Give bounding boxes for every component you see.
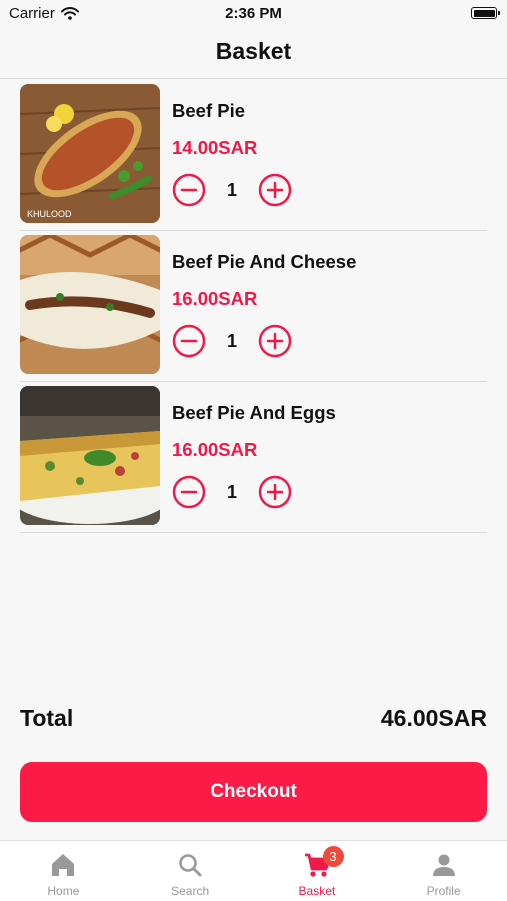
cart-badge: 3 <box>322 846 344 867</box>
increase-quantity-button[interactable] <box>258 173 292 207</box>
quantity-value: 1 <box>226 482 237 502</box>
person-icon <box>430 851 458 879</box>
tab-label: Home <box>47 884 80 898</box>
minus-circle-icon <box>172 173 206 207</box>
decrease-quantity-button[interactable] <box>172 173 206 207</box>
search-icon <box>176 851 204 879</box>
quantity-value: 1 <box>226 180 237 200</box>
item-price: 16.00SAR <box>172 439 258 460</box>
status-bar: Carrier 2:36 PM <box>0 0 507 28</box>
tab-home[interactable]: Home <box>0 841 127 901</box>
item-name: Beef Pie And Eggs <box>172 402 336 423</box>
tab-label: Profile <box>426 884 461 898</box>
item-price: 16.00SAR <box>172 288 258 309</box>
cart-item[interactable]: KHULOOD Beef Pie 14.00SAR 1 <box>20 80 487 231</box>
product-image <box>20 386 160 525</box>
increase-quantity-button[interactable] <box>258 324 292 358</box>
total-row: Total 46.00SAR <box>20 705 487 735</box>
plus-circle-icon <box>258 173 292 207</box>
minus-circle-icon <box>172 324 206 358</box>
tab-label: Search <box>171 884 210 898</box>
navigation-bar: Basket <box>0 28 507 79</box>
plus-circle-icon <box>258 324 292 358</box>
cart-item[interactable]: Beef Pie And Cheese 16.00SAR 1 <box>20 231 487 382</box>
total-label: Total <box>20 705 74 731</box>
item-price: 14.00SAR <box>172 137 258 158</box>
item-name: Beef Pie And Cheese <box>172 251 357 272</box>
home-icon <box>49 851 77 879</box>
quantity-value: 1 <box>226 331 237 351</box>
clock: 2:36 PM <box>225 5 282 22</box>
decrease-quantity-button[interactable] <box>172 475 206 509</box>
battery-icon <box>471 7 500 19</box>
watermark-text: KHULOOD <box>27 209 72 219</box>
tab-bar: Home Search 3 Basket Profile <box>0 840 507 901</box>
product-image <box>20 235 160 374</box>
item-name: Beef Pie <box>172 100 246 121</box>
cart-item[interactable]: Beef Pie And Eggs 16.00SAR 1 <box>20 382 487 533</box>
tab-profile[interactable]: Profile <box>380 841 507 901</box>
product-image: KHULOOD <box>20 84 160 223</box>
minus-circle-icon <box>172 475 206 509</box>
checkout-button[interactable]: Checkout <box>20 762 487 822</box>
plus-circle-icon <box>258 475 292 509</box>
decrease-quantity-button[interactable] <box>172 324 206 358</box>
tab-label: Basket <box>298 884 336 898</box>
total-amount: 46.00SAR <box>380 705 487 731</box>
cart-list: KHULOOD Beef Pie 14.00SAR 1 Beef Pie And… <box>20 80 487 533</box>
increase-quantity-button[interactable] <box>258 475 292 509</box>
page-title: Basket <box>215 38 292 64</box>
tab-basket[interactable]: 3 Basket <box>254 841 381 901</box>
tab-search[interactable]: Search <box>127 841 254 901</box>
